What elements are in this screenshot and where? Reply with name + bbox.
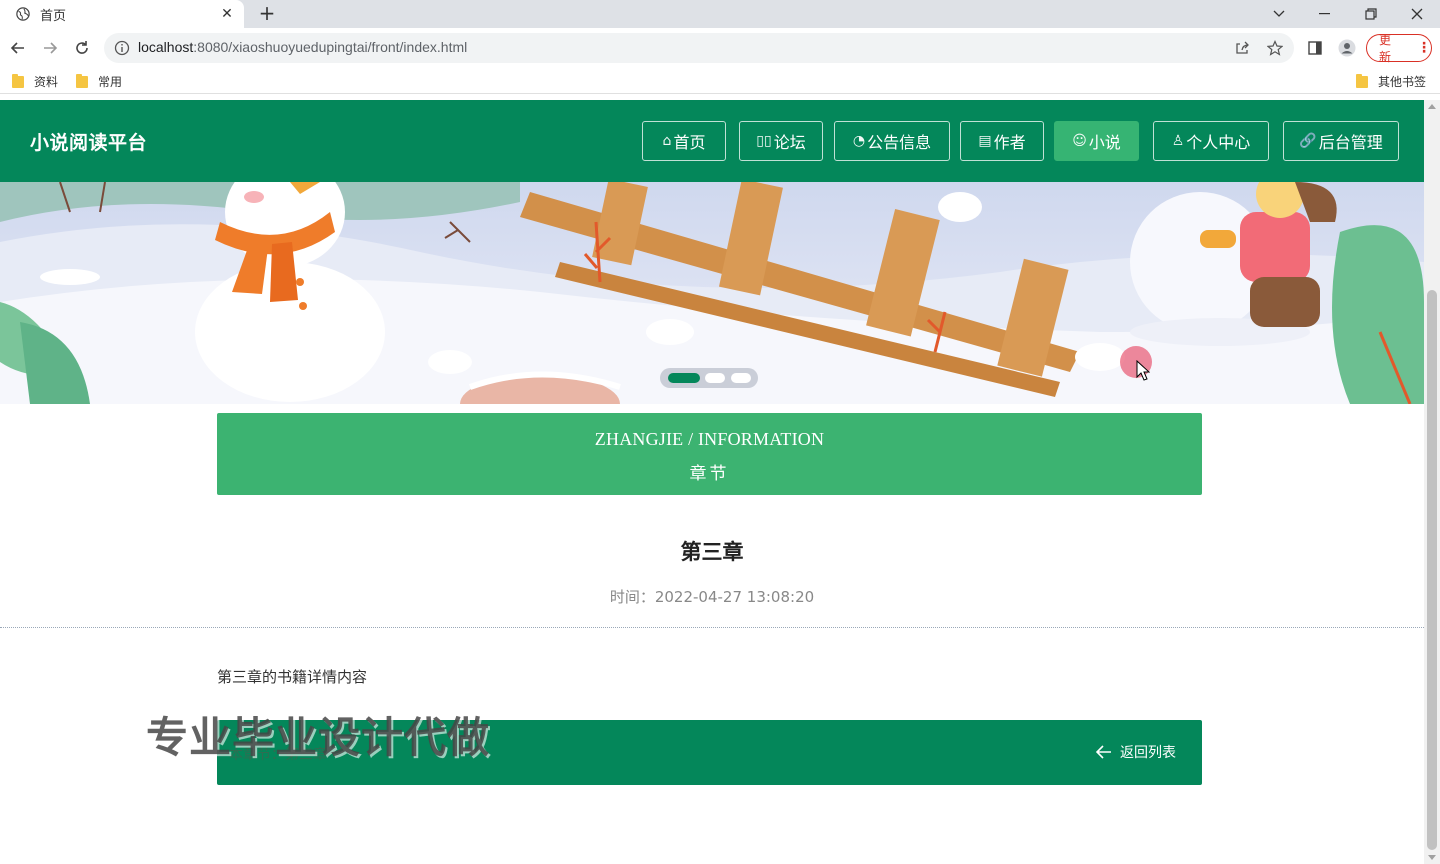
scroll-up-icon[interactable] — [1428, 104, 1436, 109]
browser-toolbar: localhost:8080/xiaoshuoyuedupingtai/fron… — [0, 28, 1440, 68]
folder-icon — [12, 73, 24, 88]
nav-novel[interactable]: ☺ 小说 — [1054, 121, 1139, 161]
scroll-down-icon[interactable] — [1428, 855, 1436, 860]
gauge-icon: ◔ — [852, 133, 866, 149]
reload-icon[interactable] — [70, 36, 94, 60]
nav-author[interactable]: ▤ 作者 — [960, 121, 1044, 161]
folder-icon — [76, 73, 88, 88]
chapter-time: 时间：2022-04-27 13:08:20 — [609, 588, 815, 606]
document-icon: ▤ — [978, 133, 992, 149]
smile-icon: ☺ — [1072, 133, 1087, 149]
nav-label: 小说 — [1088, 133, 1121, 152]
home-icon: ⌂ — [662, 133, 672, 149]
url-text: localhost:8080/xiaoshuoyuedupingtai/fron… — [138, 39, 468, 55]
pager-dot-active[interactable] — [668, 373, 700, 383]
profile-avatar-icon[interactable] — [1337, 38, 1357, 58]
nav-label: 公告信息 — [867, 133, 932, 152]
page-scrollbar[interactable] — [1424, 100, 1440, 864]
nav-label: 后台管理 — [1318, 133, 1383, 152]
arrow-left-icon — [1096, 745, 1111, 759]
forward-arrow-icon[interactable] — [38, 36, 62, 60]
side-panel-icon[interactable] — [1305, 38, 1325, 58]
nav-home[interactable]: ⌂ 首页 — [642, 121, 726, 161]
restore-icon[interactable] — [1348, 0, 1394, 28]
back-arrow-icon[interactable] — [6, 36, 30, 60]
watermark-text: 专业毕业设计代做 — [146, 713, 491, 762]
cursor-arrow-icon — [1136, 360, 1150, 381]
new-tab-button[interactable]: + — [256, 3, 278, 25]
back-to-list-button[interactable]: 返回列表 — [1096, 742, 1176, 762]
nav-forum[interactable]: ▯▯ 论坛 — [739, 121, 823, 161]
nav-label: 作者 — [993, 133, 1026, 152]
link-icon: 🔗 — [1299, 133, 1317, 149]
close-window-icon[interactable] — [1394, 0, 1440, 28]
nav-admin[interactable]: 🔗 后台管理 — [1283, 121, 1399, 161]
share-icon[interactable] — [1234, 40, 1250, 56]
site-header: 小说阅读平台 ⌂ 首页 ▯▯ 论坛 ◔ 公告信息 ▤ 作者 ☺ 小说 ♙ 个人中… — [0, 100, 1424, 182]
update-button[interactable]: 更新 ⋮ — [1366, 33, 1432, 64]
section-heading-en: ZHANGJIE / INFORMATION — [594, 429, 825, 449]
nav-label: 论坛 — [773, 133, 806, 152]
folder-icon — [1356, 73, 1368, 88]
other-bookmarks[interactable]: 其他书签 — [1356, 73, 1426, 90]
chapter-content: 第三章的书籍详情内容 — [217, 668, 368, 686]
section-heading: ZHANGJIE / INFORMATION 章节 — [217, 413, 1202, 495]
bookmark-folder-changyong[interactable]: 常用 — [76, 73, 122, 90]
chapter-title: 第三章 — [680, 540, 744, 564]
bookmark-label: 常用 — [98, 75, 123, 89]
tab-title: 首页 — [40, 8, 67, 24]
close-tab-icon[interactable]: ✕ — [218, 5, 236, 23]
browser-tab-bar: 首页 ✕ + — [0, 0, 1440, 28]
update-label: 更新 — [1379, 33, 1392, 64]
address-bar[interactable]: localhost:8080/xiaoshuoyuedupingtai/fron… — [104, 33, 1294, 63]
nav-notice[interactable]: ◔ 公告信息 — [834, 121, 950, 161]
minimize-icon[interactable] — [1302, 0, 1348, 28]
banner-carousel[interactable] — [0, 182, 1424, 404]
nav-label: 首页 — [673, 133, 706, 152]
scroll-thumb[interactable] — [1427, 290, 1437, 850]
pager-dot[interactable] — [705, 373, 725, 383]
bookmarks-bar: 资料 常用 其他书签 — [0, 68, 1440, 94]
back-label: 返回列表 — [1120, 745, 1176, 761]
info-icon[interactable] — [114, 40, 130, 56]
chevron-down-icon[interactable] — [1256, 0, 1302, 28]
nav-profile[interactable]: ♙ 个人中心 — [1153, 121, 1269, 161]
more-icon: ⋮ — [1417, 40, 1431, 56]
globe-icon — [16, 7, 30, 21]
bookmark-label: 其他书签 — [1378, 75, 1427, 89]
divider — [0, 627, 1424, 628]
pager-dot[interactable] — [731, 373, 751, 383]
star-icon[interactable] — [1267, 40, 1283, 56]
section-heading-zh: 章节 — [689, 464, 730, 484]
carousel-pager — [660, 368, 758, 388]
site-title: 小说阅读平台 — [30, 132, 148, 154]
page-viewport: 小说阅读平台 ⌂ 首页 ▯▯ 论坛 ◔ 公告信息 ▤ 作者 ☺ 小说 ♙ 个人中… — [0, 100, 1424, 864]
browser-tab[interactable]: 首页 ✕ — [0, 0, 244, 28]
nav-label: 个人中心 — [1186, 133, 1251, 152]
bookmark-folder-ziliao[interactable]: 资料 — [12, 73, 58, 90]
user-icon: ♙ — [1171, 133, 1185, 149]
bookmark-label: 资料 — [34, 75, 59, 89]
forum-icon: ▯▯ — [756, 133, 772, 149]
